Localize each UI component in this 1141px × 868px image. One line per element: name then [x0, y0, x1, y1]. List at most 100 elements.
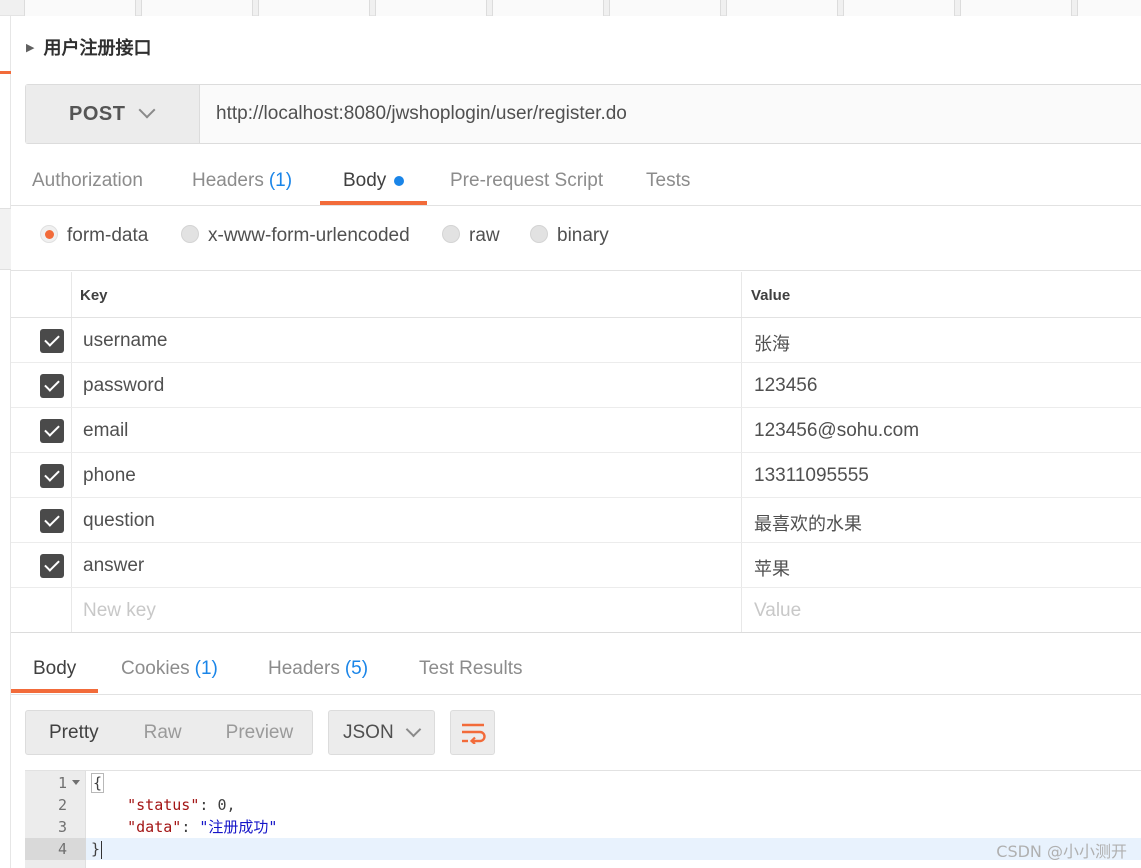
- text-cursor: [101, 840, 103, 859]
- row-checkbox[interactable]: [40, 374, 64, 398]
- tab-headers[interactable]: Headers (1): [192, 156, 292, 206]
- radio-urlencoded[interactable]: x-www-form-urlencoded: [181, 224, 410, 247]
- param-value[interactable]: 最喜欢的水果: [754, 510, 862, 536]
- url-input[interactable]: http://localhost:8080/jwshoplogin/user/r…: [200, 85, 1141, 143]
- line-number: 3: [57, 818, 67, 836]
- headers-count-badge: (5): [344, 658, 369, 679]
- body-type-selector: form-data x-www-form-urlencoded raw bina…: [11, 207, 1141, 271]
- response-body-viewer[interactable]: 1 { 2 "status": 0, 3 "data": "注册成功" 4 }: [25, 770, 1141, 868]
- json-separator: :: [181, 818, 200, 836]
- param-key[interactable]: username: [83, 330, 168, 352]
- wrap-lines-button[interactable]: [450, 710, 495, 755]
- collection-tab[interactable]: [960, 0, 1072, 16]
- value-column-header: Value: [751, 287, 791, 304]
- request-title[interactable]: ▶ 用户注册接口: [26, 33, 151, 61]
- new-param-row: New key Value: [11, 588, 1141, 633]
- active-tab-indicator: [320, 201, 427, 205]
- new-value-input[interactable]: Value: [754, 600, 801, 622]
- radio-form-data[interactable]: form-data: [40, 224, 149, 247]
- table-row: phone 13311095555: [11, 453, 1141, 498]
- collection-tab[interactable]: [843, 0, 955, 16]
- tab-label: Authorization: [32, 170, 143, 191]
- collection-tab[interactable]: [726, 0, 838, 16]
- collection-tab[interactable]: [258, 0, 370, 16]
- tab-response-body[interactable]: Body: [33, 645, 76, 693]
- sidebar-selected-item[interactable]: [0, 208, 11, 270]
- row-checkbox[interactable]: [40, 464, 64, 488]
- top-tab-strip: [0, 0, 1141, 16]
- tab-label: Headers: [192, 170, 264, 191]
- pretty-button[interactable]: Pretty: [49, 722, 99, 744]
- tab-label: Tests: [646, 170, 691, 191]
- tab-label: Body: [343, 170, 387, 191]
- row-checkbox[interactable]: [40, 419, 64, 443]
- radio-label: form-data: [67, 225, 149, 246]
- radio-icon: [442, 224, 460, 243]
- sidebar-accent: [0, 71, 11, 74]
- collection-tab[interactable]: [141, 0, 253, 16]
- table-row: question 最喜欢的水果: [11, 498, 1141, 543]
- radio-selected-icon: [40, 224, 58, 243]
- new-key-input[interactable]: New key: [83, 600, 156, 622]
- format-select[interactable]: JSON: [328, 710, 435, 755]
- view-mode-segmented: Pretty Raw Preview: [25, 710, 313, 755]
- collection-tab[interactable]: [609, 0, 721, 16]
- tab-label: Cookies: [121, 658, 190, 679]
- method-select[interactable]: POST: [26, 85, 200, 143]
- collection-tab[interactable]: [1077, 0, 1141, 16]
- request-name: 用户注册接口: [43, 38, 152, 59]
- param-key[interactable]: email: [83, 420, 128, 442]
- table-row: password 123456: [11, 363, 1141, 408]
- tab-pre-request-script[interactable]: Pre-request Script: [450, 156, 603, 206]
- tab-tests[interactable]: Tests: [646, 156, 690, 206]
- table-row: answer 苹果: [11, 543, 1141, 588]
- table-row: email 123456@sohu.com: [11, 408, 1141, 453]
- chevron-down-icon: [405, 721, 421, 737]
- code-line-active: 4 }: [25, 838, 1141, 860]
- tab-body[interactable]: Body: [343, 156, 405, 206]
- collection-tab[interactable]: [24, 0, 136, 16]
- param-value[interactable]: 123456@sohu.com: [754, 420, 919, 442]
- active-tab-indicator: [11, 689, 98, 693]
- url-bar: POST http://localhost:8080/jwshoplogin/u…: [25, 84, 1141, 144]
- sidebar-edge: [0, 16, 11, 868]
- tab-authorization[interactable]: Authorization: [32, 156, 143, 206]
- raw-button[interactable]: Raw: [144, 722, 182, 744]
- collection-tab[interactable]: [375, 0, 487, 16]
- json-key: "status": [127, 796, 200, 814]
- row-checkbox[interactable]: [40, 329, 64, 353]
- code-text: "data": "注册成功": [91, 816, 277, 838]
- tab-test-results[interactable]: Test Results: [419, 645, 522, 693]
- collection-tab[interactable]: [492, 0, 604, 16]
- radio-label: binary: [557, 225, 609, 246]
- tab-response-headers[interactable]: Headers (5): [268, 645, 368, 693]
- tab-cookies[interactable]: Cookies (1): [121, 645, 218, 693]
- json-key: "data": [127, 818, 182, 836]
- json-separator: :: [199, 796, 218, 814]
- row-checkbox[interactable]: [40, 509, 64, 533]
- chevron-down-icon: [138, 101, 156, 119]
- param-key[interactable]: password: [83, 375, 164, 397]
- format-label: JSON: [343, 721, 394, 743]
- radio-binary[interactable]: binary: [530, 224, 609, 247]
- fold-arrow-icon[interactable]: [72, 780, 80, 785]
- cookies-count-badge: (1): [194, 658, 218, 679]
- radio-raw[interactable]: raw: [442, 224, 500, 247]
- row-checkbox[interactable]: [40, 554, 64, 578]
- param-value[interactable]: 13311095555: [754, 465, 869, 487]
- param-key[interactable]: phone: [83, 465, 136, 487]
- collapse-caret-icon[interactable]: ▶: [26, 41, 34, 54]
- param-value[interactable]: 张海: [754, 330, 790, 356]
- line-number: 2: [57, 796, 67, 814]
- preview-button[interactable]: Preview: [226, 722, 294, 744]
- modified-dot-icon: [394, 176, 405, 186]
- radio-icon: [181, 224, 199, 243]
- param-value[interactable]: 123456: [754, 375, 817, 397]
- param-value[interactable]: 苹果: [754, 555, 790, 581]
- close-brace: }: [91, 840, 101, 858]
- param-key[interactable]: answer: [83, 555, 144, 577]
- code-text: }: [91, 838, 103, 860]
- line-number: 1: [57, 774, 67, 792]
- param-key[interactable]: question: [83, 510, 155, 532]
- key-column-header: Key: [80, 287, 108, 304]
